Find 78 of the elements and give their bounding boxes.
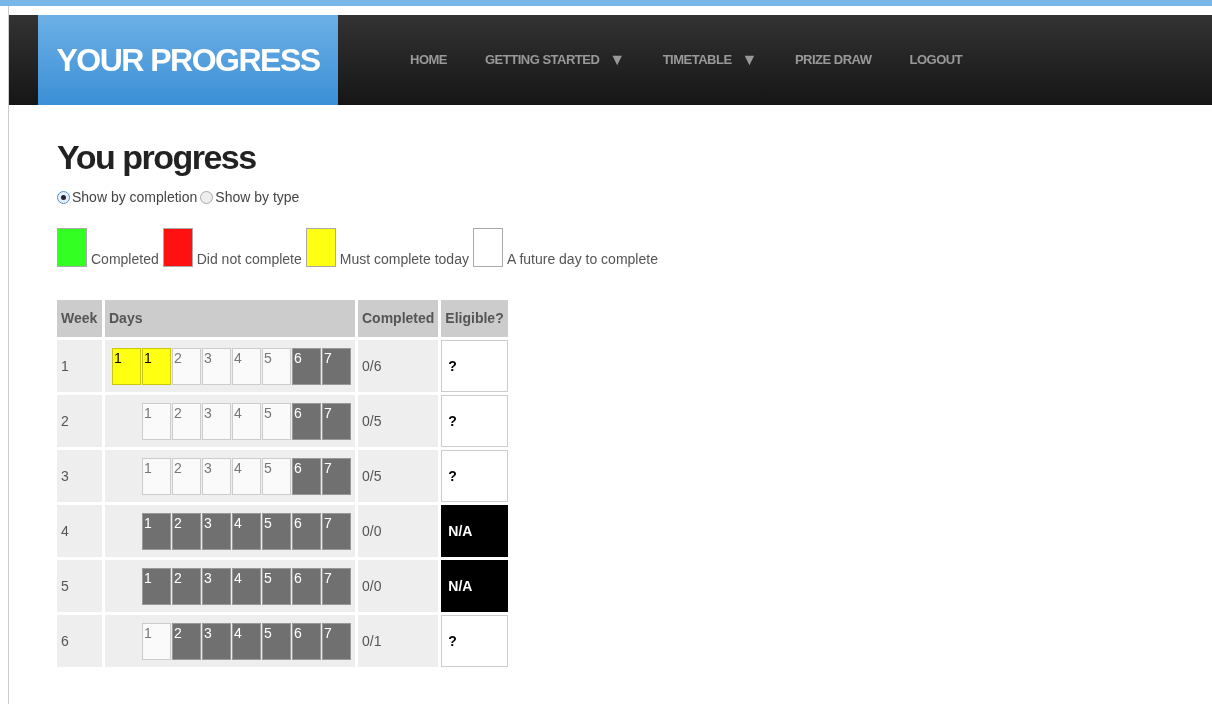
day-cell[interactable]: 2 (172, 512, 201, 550)
day-cell[interactable]: 6 (292, 347, 321, 385)
day-cell[interactable]: 6 (292, 622, 321, 660)
day-cell[interactable]: 5 (262, 402, 291, 440)
day-cell[interactable]: 7 (322, 567, 351, 605)
radio-option[interactable]: Show by type (200, 187, 300, 208)
day-cell[interactable]: 1 (142, 512, 171, 550)
eligible-cell: ? (441, 615, 508, 667)
table-cell: 0/5 (358, 450, 439, 502)
day-cell[interactable]: 4 (232, 457, 261, 495)
column-header: Eligible? (441, 300, 508, 337)
day-cell[interactable]: 6 (292, 457, 321, 495)
table-cell: 0/0 (358, 505, 439, 557)
day-cell[interactable]: 3 (202, 402, 231, 440)
table-cell: 3 (57, 450, 102, 502)
day-cell[interactable]: 5 (262, 512, 291, 550)
day-cell[interactable]: 6 (292, 567, 321, 605)
nav-link[interactable]: TIMETABLE ▼ (662, 48, 757, 72)
day-cell[interactable]: 6 (292, 512, 321, 550)
eligible-cell: N/A (441, 560, 508, 612)
column-header: Week (57, 300, 102, 337)
table-cell: 6 (57, 615, 102, 667)
day-cell[interactable]: 4 (232, 622, 261, 660)
day-cell[interactable]: 7 (322, 347, 351, 385)
legend-label: Completed (91, 251, 159, 267)
table-cell: 4 (57, 505, 102, 557)
radio-option[interactable]: Show by completion (57, 187, 198, 208)
day-cell[interactable]: 7 (322, 402, 351, 440)
day-cell[interactable]: 1 (142, 402, 171, 440)
day-cell[interactable]: 1 (142, 457, 171, 495)
day-cell[interactable]: 1 (142, 622, 171, 660)
nav-link[interactable]: PRIZE DRAW (794, 50, 872, 70)
day-cell[interactable]: 4 (232, 567, 261, 605)
day-cell[interactable]: 4 (232, 347, 261, 385)
day-cell[interactable]: 6 (292, 402, 321, 440)
page-title: You progress (57, 137, 257, 178)
table-cell: 0/1 (358, 615, 439, 667)
eligible-cell: ? (441, 395, 508, 447)
column-header: Completed (358, 300, 439, 337)
nav-link[interactable]: GETTING STARTED ▼ (485, 48, 625, 72)
table-cell: 2 (57, 395, 102, 447)
day-cell[interactable]: 2 (172, 402, 201, 440)
day-cell[interactable]: 5 (262, 567, 291, 605)
day-cell[interactable]: 2 (172, 347, 201, 385)
day-cell[interactable]: 2 (172, 457, 201, 495)
eligible-cell: ? (441, 340, 508, 392)
legend-label: A future day to complete (506, 251, 658, 267)
day-cell[interactable]: 4 (232, 402, 261, 440)
legend-label: Did not complete (196, 251, 302, 267)
day-cell[interactable]: 3 (202, 347, 231, 385)
day-cell[interactable]: 2 (172, 567, 201, 605)
table-cell: 5 (57, 560, 102, 612)
day-cell[interactable]: 3 (202, 512, 231, 550)
day-cell[interactable]: 1 (112, 347, 141, 385)
nav-link[interactable]: LOGOUT (909, 50, 963, 70)
day-cell[interactable]: 7 (322, 512, 351, 550)
table-cell: 0/6 (358, 340, 439, 392)
day-cell[interactable]: 7 (322, 622, 351, 660)
eligible-cell: N/A (441, 505, 508, 557)
table-cell: 1 (57, 340, 102, 392)
nav-link[interactable]: HOME (410, 50, 447, 70)
day-cell[interactable]: 5 (262, 347, 291, 385)
day-cell[interactable]: 2 (172, 622, 201, 660)
table-cell: 0/5 (358, 395, 439, 447)
day-cell[interactable]: 1 (142, 567, 171, 605)
day-cell[interactable]: 5 (262, 457, 291, 495)
eligible-cell: ? (441, 450, 508, 502)
day-cell[interactable]: 3 (202, 567, 231, 605)
day-cell[interactable]: 3 (202, 622, 231, 660)
day-cell[interactable]: 1 (142, 347, 171, 385)
day-cell[interactable]: 4 (232, 512, 261, 550)
day-cell[interactable]: 3 (202, 457, 231, 495)
column-header: Days (105, 300, 355, 337)
table-cell: 0/0 (358, 560, 439, 612)
day-cell[interactable]: 5 (262, 622, 291, 660)
logo[interactable]: YOUR PROGRESS (38, 15, 338, 105)
legend-label: Must complete today (339, 251, 469, 267)
day-cell[interactable]: 7 (322, 457, 351, 495)
